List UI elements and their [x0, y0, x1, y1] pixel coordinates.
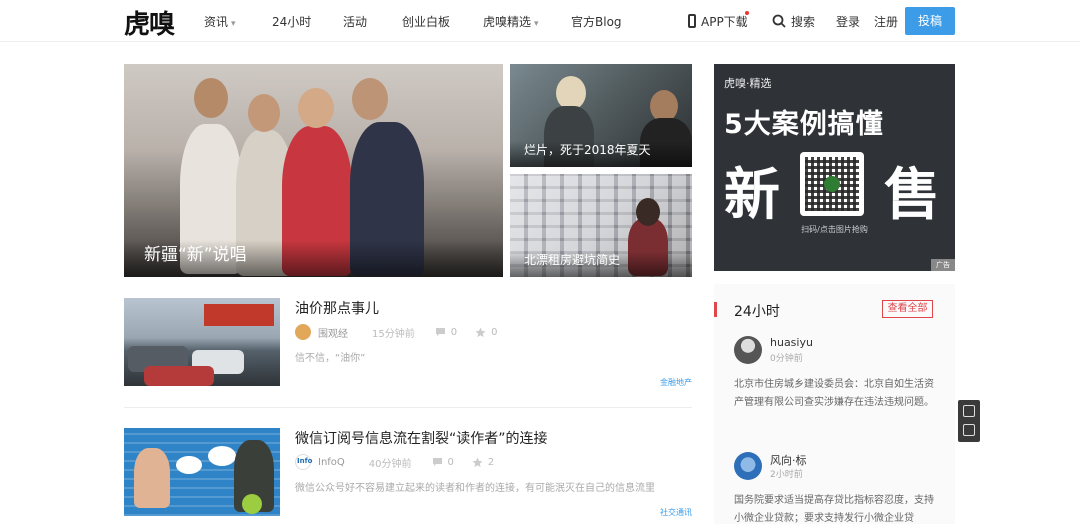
- site-logo[interactable]: 虎嗅: [124, 4, 175, 41]
- feedback-icon[interactable]: [963, 405, 975, 417]
- chevron-down-icon: ▾: [534, 18, 539, 29]
- like-count[interactable]: 0: [475, 327, 497, 338]
- main-nav: 资讯 ▾ 24小时 活动 创业白板 虎嗅精选 ▾ 官方Blog: [204, 0, 622, 42]
- promo-banner[interactable]: 虎嗅·精选 5大案例搞懂 新 售 扫码/点击图片抢购 广告: [714, 64, 955, 271]
- qr-code[interactable]: [800, 152, 864, 216]
- floating-toolbar: [958, 400, 980, 442]
- promo-scan-hint: 扫码/点击图片抢购: [801, 225, 868, 234]
- nav-item-official-blog[interactable]: 官方Blog: [571, 13, 622, 30]
- flash-news-item[interactable]: huasiyu 0分钟前 北京市住房城乡建设委员会：北京自如生活资产管理有限公司…: [734, 336, 939, 426]
- author-avatar[interactable]: Info: [295, 454, 312, 470]
- qr-code-icon[interactable]: [963, 424, 975, 436]
- category-tag[interactable]: 社交通讯: [660, 507, 692, 518]
- notification-dot: [745, 11, 749, 15]
- feed-item[interactable]: 微信订阅号信息流在割裂“读作者”的连接 Info InfoQ 40分钟前 0 2…: [124, 428, 692, 520]
- comment-icon: [432, 458, 442, 466]
- promo-char-left: 新: [724, 163, 780, 228]
- news-time: 0分钟前: [770, 354, 803, 364]
- user-avatar[interactable]: [734, 452, 762, 480]
- news-text[interactable]: 国务院要求适当提高存贷比指标容忍度，支持小微企业贷款；要求支持发行小微企业贷: [734, 492, 939, 528]
- ad-label: 广告: [931, 259, 955, 271]
- feed-summary: 微信公众号好不容易建立起来的读者和作者的连接，有可能泯灭在自己的信息流里: [295, 483, 655, 494]
- publish-time: 15分钟前: [372, 328, 415, 340]
- promo-char-right: 售: [884, 163, 940, 228]
- feed-title[interactable]: 微信订阅号信息流在割裂“读作者”的连接: [295, 428, 548, 448]
- feed-divider: [124, 407, 692, 408]
- view-all-button[interactable]: 查看全部: [882, 300, 933, 318]
- user-name[interactable]: huasiyu: [770, 336, 813, 349]
- chevron-down-icon: ▾: [231, 18, 236, 29]
- flash-news-item[interactable]: 风向·标 2小时前 国务院要求适当提高存贷比指标容忍度，支持小微企业贷款；要求支…: [734, 452, 939, 532]
- comment-count[interactable]: 0: [432, 457, 454, 468]
- hero-side-card-2[interactable]: 北漂租房避坑简史: [510, 174, 692, 277]
- author-name[interactable]: InfoQ: [318, 457, 345, 468]
- feed-item[interactable]: 油价那点事儿 围观经 15分钟前 0 0 信不信，“油你” 金融地产: [124, 298, 692, 390]
- section-accent-bar: [714, 302, 717, 317]
- like-count[interactable]: 2: [472, 457, 494, 468]
- star-icon: [472, 457, 483, 467]
- hero-side-card-1[interactable]: 烂片，死于2018年夏天: [510, 64, 692, 167]
- sidebar-24h-heading: 24小时: [734, 304, 780, 320]
- hero-side-caption-2[interactable]: 北漂租房避坑简史: [510, 251, 692, 277]
- feed-summary: 信不信，“油你”: [295, 353, 366, 364]
- app-download-link[interactable]: APP下载: [688, 0, 749, 42]
- promo-brand: 虎嗅·精选: [724, 77, 772, 90]
- nav-item-24h[interactable]: 24小时: [272, 13, 343, 30]
- top-navigation-bar: 虎嗅 资讯 ▾ 24小时 活动 创业白板 虎嗅精选 ▾ 官方Blog APP下载 搜…: [0, 0, 1080, 42]
- publish-time: 40分钟前: [368, 458, 412, 470]
- nav-item-news[interactable]: 资讯 ▾: [204, 13, 272, 30]
- hero-main-card[interactable]: 新疆“新”说唱: [124, 64, 503, 277]
- search-icon: [772, 14, 786, 28]
- feed-meta: Info InfoQ 40分钟前 0 2: [295, 454, 494, 470]
- sidebar-24h: 24小时 查看全部 huasiyu 0分钟前 北京市住房城乡建设委员会：北京自如…: [714, 284, 955, 524]
- feed-thumbnail[interactable]: [124, 428, 280, 516]
- nav-item-events[interactable]: 活动: [343, 13, 402, 30]
- author-avatar[interactable]: [295, 324, 311, 340]
- nav-item-selected[interactable]: 虎嗅精选 ▾: [483, 13, 571, 30]
- login-link[interactable]: 登录: [836, 0, 860, 42]
- submit-article-button[interactable]: 投稿: [905, 7, 955, 35]
- comment-icon: [435, 328, 445, 336]
- feed-title[interactable]: 油价那点事儿: [295, 298, 379, 318]
- phone-icon: [688, 14, 696, 28]
- feed-meta: 围观经 15分钟前 0 0: [295, 324, 497, 340]
- category-tag[interactable]: 金融地产: [660, 377, 692, 388]
- news-time: 2小时前: [770, 470, 803, 480]
- wechat-logo-icon: [824, 176, 840, 192]
- register-link[interactable]: 注册: [874, 0, 898, 42]
- user-name[interactable]: 风向·标: [770, 452, 807, 468]
- hero-side-caption-1[interactable]: 烂片，死于2018年夏天: [510, 141, 692, 167]
- hero-main-caption[interactable]: 新疆“新”说唱: [124, 240, 503, 277]
- news-text[interactable]: 北京市住房城乡建设委员会：北京自如生活资产管理有限公司查实涉嫌存在违法违规问题。: [734, 376, 939, 412]
- nav-item-startup-board[interactable]: 创业白板: [402, 13, 483, 30]
- comment-count[interactable]: 0: [435, 327, 457, 338]
- search-button[interactable]: 搜索: [772, 0, 815, 42]
- author-name[interactable]: 围观经: [318, 325, 348, 340]
- star-icon: [475, 327, 486, 337]
- feed-thumbnail[interactable]: [124, 298, 280, 386]
- promo-headline: 5大案例搞懂: [724, 109, 884, 140]
- user-avatar[interactable]: [734, 336, 762, 364]
